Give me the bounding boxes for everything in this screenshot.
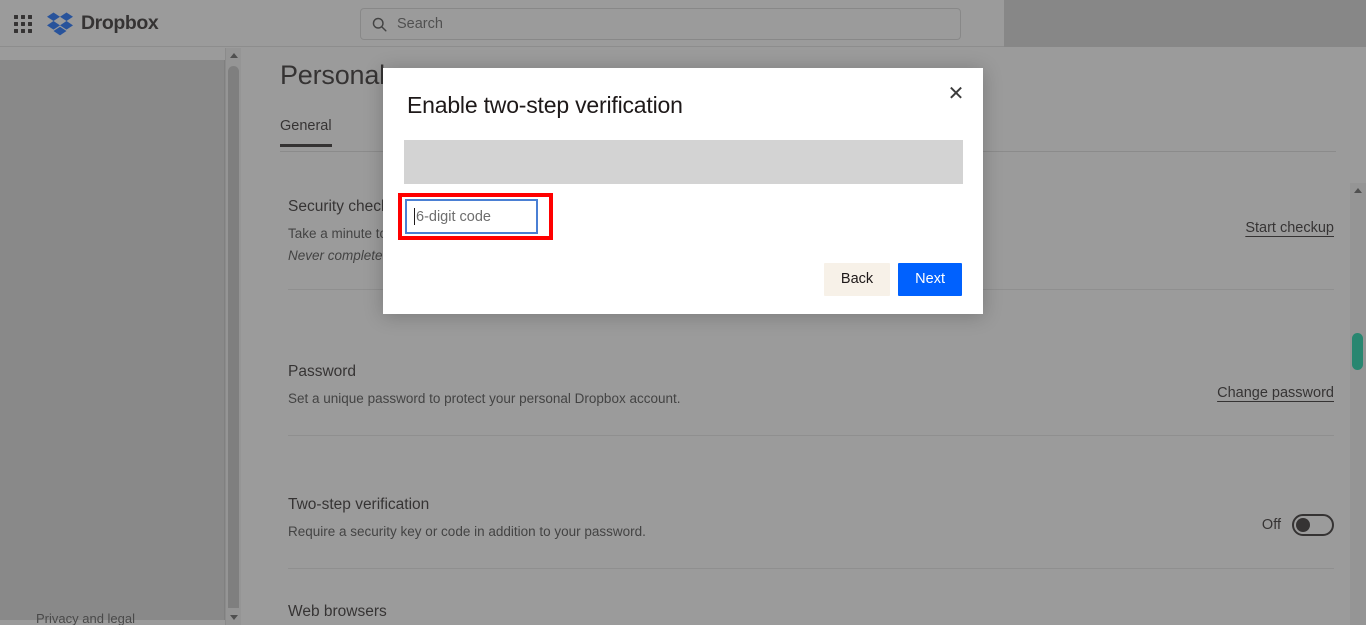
screen: Dropbox Privacy and legal <box>0 0 1366 625</box>
modal-action-buttons: Back Next <box>823 262 962 296</box>
back-button[interactable]: Back <box>823 262 891 296</box>
six-digit-code-placeholder: 6-digit code <box>416 208 491 225</box>
six-digit-code-input[interactable]: 6-digit code <box>405 199 538 234</box>
close-icon[interactable]: ✕ <box>942 80 970 108</box>
next-button[interactable]: Next <box>898 262 962 296</box>
two-step-verification-modal: ✕ Enable two-step verification 6-digit c… <box>383 68 983 314</box>
modal-content-placeholder <box>404 140 963 184</box>
modal-title: Enable two-step verification <box>407 92 683 118</box>
text-caret <box>414 208 415 225</box>
